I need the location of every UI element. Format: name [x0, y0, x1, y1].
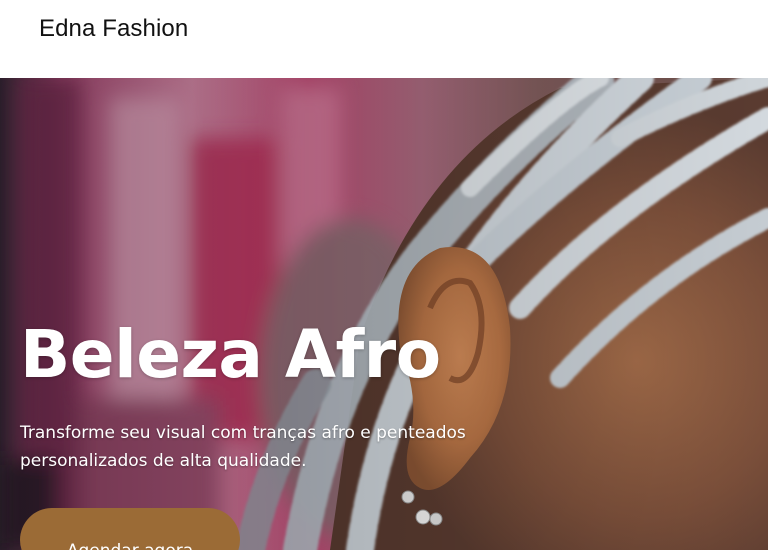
hero-subtitle: Transforme seu visual com tranças afro e… — [20, 419, 520, 475]
hero-subtitle-line-1: Transforme seu visual com tranças afro e… — [20, 423, 466, 443]
hero-overlay — [0, 78, 768, 550]
site-header: Edna Fashion — [0, 0, 768, 78]
brand-logo-text[interactable]: Edna Fashion — [39, 15, 188, 43]
book-now-button[interactable]: Agendar agora — [20, 508, 240, 550]
hero-section: Beleza Afro Transforme seu visual com tr… — [0, 78, 768, 550]
hero-title: Beleza Afro — [20, 316, 441, 393]
hero-subtitle-line-2: personalizados de alta qualidade. — [20, 451, 307, 471]
